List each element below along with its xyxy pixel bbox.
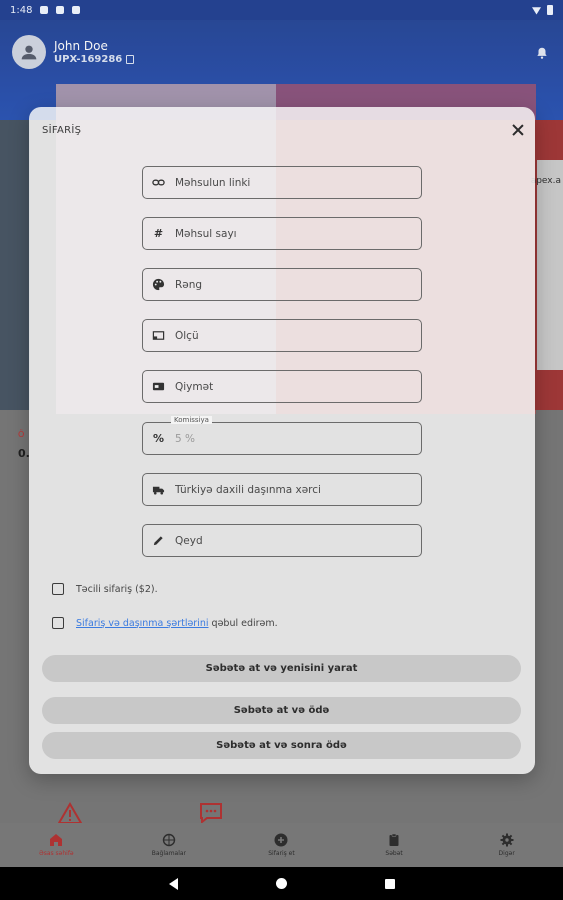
notification-icon: [40, 6, 49, 14]
price-input[interactable]: [175, 380, 395, 393]
urgent-order-label: Təcili sifariş ($2).: [76, 583, 158, 595]
notification-icon: [56, 6, 65, 14]
urgent-order-checkbox[interactable]: [52, 583, 64, 595]
recents-icon[interactable]: [384, 878, 395, 889]
home-circle-icon[interactable]: [275, 878, 287, 889]
pencil-icon: [152, 534, 165, 547]
notification-icon: [72, 6, 81, 14]
terms-link[interactable]: Sifariş və daşınma şərtlərini: [76, 618, 209, 629]
product-count-field[interactable]: #: [142, 217, 422, 250]
product-count-input[interactable]: [175, 227, 395, 240]
color-field[interactable]: [142, 268, 422, 301]
note-input[interactable]: [175, 534, 395, 547]
terms-suffix: qəbul edirəm.: [208, 617, 278, 629]
ruler-icon: [152, 329, 165, 342]
back-icon[interactable]: [168, 877, 178, 890]
terms-checkbox[interactable]: [52, 617, 64, 629]
product-link-field[interactable]: [142, 166, 422, 199]
dialog-title: SİFARİŞ: [42, 125, 82, 136]
battery-icon: [547, 5, 553, 15]
link-icon: [152, 176, 165, 189]
palette-icon: [152, 278, 165, 291]
add-to-cart-later-button[interactable]: Səbətə at və sonra ödə: [42, 732, 521, 759]
add-to-cart-pay-button[interactable]: Səbətə at və ödə: [42, 697, 521, 724]
hash-icon: #: [153, 227, 164, 240]
add-to-cart-new-button[interactable]: Səbətə at və yenisini yarat: [42, 655, 521, 682]
terms-row[interactable]: Sifariş və daşınma şərtlərini qəbul edir…: [52, 617, 278, 629]
product-link-input[interactable]: [175, 176, 395, 189]
size-input[interactable]: [175, 329, 395, 342]
price-field[interactable]: [142, 370, 422, 403]
commission-field[interactable]: Komissiya %: [142, 416, 422, 455]
close-icon[interactable]: [511, 123, 525, 137]
percent-icon: %: [152, 432, 165, 445]
wifi-icon: [532, 7, 541, 15]
color-input[interactable]: [175, 278, 395, 291]
note-field[interactable]: [142, 524, 422, 557]
order-dialog: SİFARİŞ # Komissiya %: [29, 107, 535, 774]
truck-icon: [152, 483, 165, 496]
size-field[interactable]: [142, 319, 422, 352]
commission-input[interactable]: [175, 432, 395, 445]
domestic-shipping-input[interactable]: [175, 483, 395, 496]
status-time: 1:48: [10, 4, 33, 16]
system-nav-bar: [0, 867, 563, 900]
status-bar: 1:48: [0, 0, 563, 20]
money-icon: [152, 380, 165, 393]
urgent-order-row[interactable]: Təcili sifariş ($2).: [52, 583, 158, 595]
domestic-shipping-field[interactable]: [142, 473, 422, 506]
commission-legend: Komissiya: [171, 416, 212, 424]
terms-label: Sifariş və daşınma şərtlərini qəbul edir…: [76, 618, 278, 629]
